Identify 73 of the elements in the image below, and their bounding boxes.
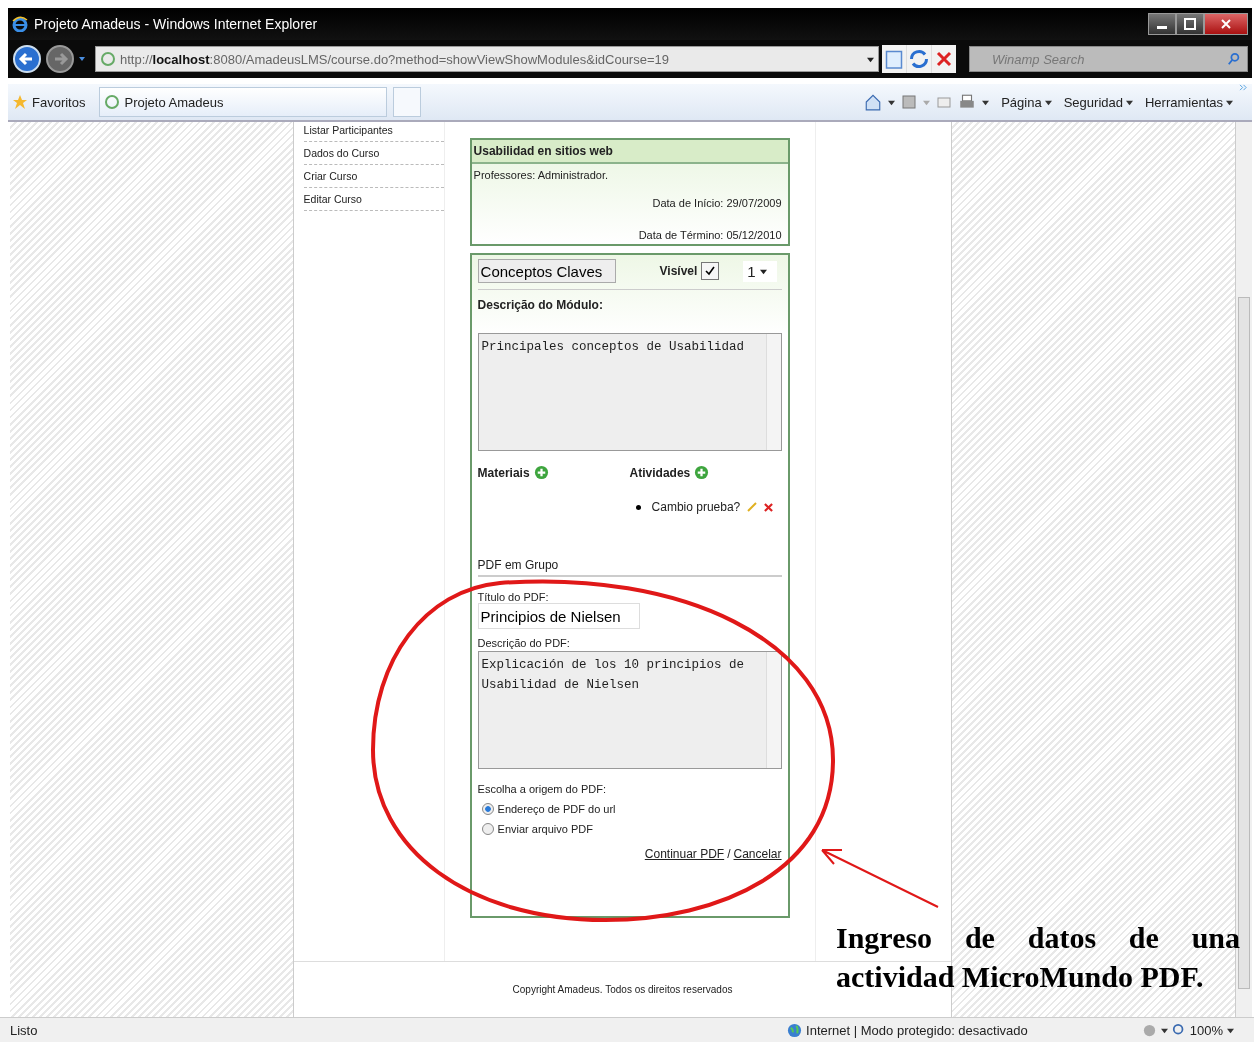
pdf-title-label: Título do PDF:	[477, 591, 550, 603]
caret-icon[interactable]	[759, 267, 767, 275]
close-icon	[1221, 19, 1231, 29]
caret-icon[interactable]	[888, 98, 896, 106]
professors-text: Professores: Administrador.	[472, 168, 610, 183]
toolbar-menu[interactable]: Página	[1001, 94, 1052, 110]
zoom-level[interactable]: 100%	[1189, 1022, 1223, 1038]
source-label: Escolha a origem do PDF:	[477, 783, 607, 795]
sidebar-item[interactable]: Editar Curso	[303, 191, 444, 211]
address-field[interactable]: http://localhost:8080/AmadeusLMS/course.do?method=showViewShowModules&idCourse=19	[95, 46, 879, 72]
bullet-icon	[635, 504, 641, 510]
annotation-caption: Ingreso de datos de una actividad MicroMundo PDF.	[836, 920, 1240, 995]
caret-icon[interactable]	[78, 55, 86, 63]
star-icon	[12, 94, 28, 110]
restore-button[interactable]	[1176, 13, 1204, 35]
visible-label: Visível	[659, 264, 698, 278]
status-text: Listo	[10, 1022, 38, 1038]
caret-icon[interactable]	[1160, 1026, 1168, 1034]
module-name-field[interactable]: Conceptos Claves	[477, 259, 616, 283]
materials-label: Materiais	[477, 465, 530, 480]
browser-tab[interactable]: Projeto Amadeus	[99, 87, 388, 117]
pdf-description-field[interactable]: Explicación de los 10 principios de Usabilidad de Nielsen	[477, 651, 782, 769]
favorites-button[interactable]: Favoritos	[12, 94, 94, 110]
pdf-title-field[interactable]: Principios de Nielsen	[477, 603, 640, 629]
radio-label: Enviar arquivo PDF	[497, 823, 593, 835]
sidebar-item[interactable]: Listar Participantes	[303, 122, 444, 142]
section-heading: PDF em Grupo	[477, 558, 782, 577]
cancel-link[interactable]: Cancelar	[733, 847, 782, 861]
caret-icon[interactable]	[982, 98, 990, 106]
browser-logo-icon	[12, 16, 28, 32]
copyright-text: Copyright Amadeus. Todos os direitos reservados	[512, 984, 733, 995]
activity-link[interactable]: Cambio prueba?	[651, 500, 741, 514]
add-icon[interactable]	[694, 465, 710, 480]
back-icon[interactable]	[12, 44, 42, 74]
add-icon[interactable]	[533, 465, 549, 480]
caret-icon[interactable]	[1044, 98, 1052, 106]
end-date: Data de Término: 05/12/2010	[637, 228, 783, 243]
check-icon	[705, 266, 716, 276]
caret-icon[interactable]	[1227, 1026, 1234, 1034]
caret-icon[interactable]	[1125, 98, 1133, 106]
course-title: Usabilidad en sitios web	[471, 140, 788, 164]
separator-text: /	[727, 847, 731, 861]
caret-icon[interactable]	[1226, 98, 1233, 106]
forward-icon[interactable]	[45, 44, 75, 74]
refresh-icon[interactable]	[907, 45, 931, 73]
radio-button[interactable]	[481, 803, 494, 815]
zoom-icon[interactable]	[1171, 1023, 1186, 1037]
module-description-field[interactable]: Principales conceptos de Usabilidad	[477, 333, 782, 451]
minimize-button[interactable]	[1148, 13, 1176, 35]
search-icon[interactable]	[1227, 52, 1241, 66]
stop-icon[interactable]	[932, 45, 956, 73]
radio-button[interactable]	[481, 823, 494, 835]
zone-text: Internet | Modo protegido: desactivado	[806, 1022, 1028, 1038]
start-date: Data de Início: 29/07/2009	[651, 196, 783, 211]
window-title: Projeto Amadeus - Windows Internet Explorer	[34, 16, 318, 32]
activities-label: Atividades	[629, 465, 691, 480]
order-dropdown[interactable]: 1	[743, 260, 778, 282]
toolbar-menu[interactable]: Seguridad	[1063, 94, 1133, 110]
sidebar-item[interactable]: Dados do Curso	[303, 145, 444, 165]
radio-label: Endereço de PDF do url	[497, 803, 616, 815]
globe-icon	[787, 1022, 803, 1038]
continue-link[interactable]: Continuar PDF	[644, 847, 725, 861]
delete-icon[interactable]	[764, 502, 774, 512]
caret-icon[interactable]	[867, 55, 874, 63]
visible-checkbox[interactable]	[701, 262, 720, 280]
pdf-description-label: Descrição do PDF:	[477, 637, 571, 649]
toolbar-menu[interactable]: Herramientas	[1144, 94, 1233, 110]
home-icon[interactable]	[864, 93, 883, 111]
sidebar-item[interactable]: Criar Curso	[303, 168, 444, 188]
close-button[interactable]	[1204, 13, 1248, 35]
description-label: Descrição do Módulo:	[477, 298, 604, 312]
compatibility-icon[interactable]	[882, 45, 906, 73]
printer-icon[interactable]	[958, 93, 977, 111]
